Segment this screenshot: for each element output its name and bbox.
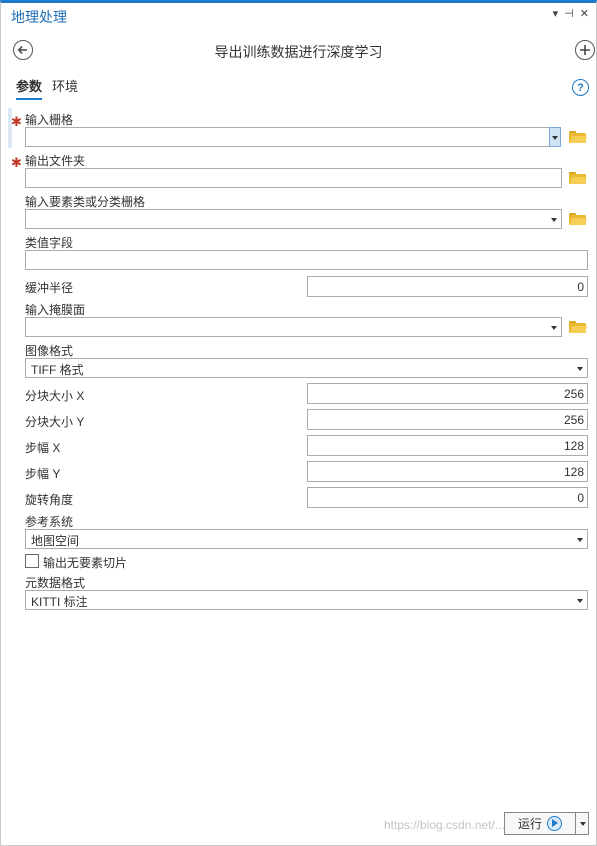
metadata-format-label: 元数据格式 (25, 576, 86, 590)
input-features-dropdown[interactable] (25, 209, 562, 229)
run-play-icon (547, 816, 563, 831)
metadata-format-dropdown[interactable]: KITTI 标注 (25, 590, 588, 610)
close-icon[interactable]: ✕ (580, 7, 589, 20)
reference-system-dropdown[interactable]: 地图空间 (25, 529, 588, 549)
pane-menu-icon[interactable]: ▾ (553, 7, 559, 20)
tab-parameters[interactable]: 参数 (16, 76, 43, 100)
input-mask-label: 输入掩膜面 (25, 303, 86, 317)
browse-folder-icon[interactable] (569, 213, 587, 225)
reference-system-label: 参考系统 (25, 515, 74, 529)
output-no-feature-tiles-label: 输出无要素切片 (43, 556, 128, 570)
stride-y-input[interactable]: 128 (307, 461, 588, 482)
input-mask-dropdown[interactable] (25, 317, 562, 337)
class-value-field-input[interactable] (25, 250, 588, 270)
class-value-field-label: 类值字段 (25, 236, 74, 250)
required-marker: ✱ (11, 155, 22, 170)
stride-x-input[interactable]: 128 (307, 435, 588, 456)
input-raster-field[interactable] (25, 127, 561, 147)
input-features-label: 输入要素类或分类栅格 (25, 195, 146, 209)
run-options-chevron-icon[interactable] (580, 822, 586, 826)
buffer-radius-input[interactable]: 0 (307, 276, 588, 297)
tab-environments[interactable]: 环境 (52, 76, 78, 100)
add-button[interactable] (575, 40, 595, 60)
required-marker: ✱ (11, 114, 22, 129)
input-raster-dropdown-button[interactable] (549, 127, 561, 147)
plus-icon (580, 45, 590, 55)
pane-titlebar: 地理处理 ▾ ⊣ ✕ (0, 4, 597, 26)
output-folder-field[interactable] (25, 168, 562, 188)
run-button[interactable]: 运行 (504, 812, 589, 835)
image-format-label: 图像格式 (25, 344, 74, 358)
output-folder-label: 输出文件夹 (25, 154, 86, 168)
stride-y-label: 步幅 Y (25, 467, 61, 481)
buffer-radius-label: 缓冲半径 (25, 281, 74, 295)
browse-folder-icon[interactable] (569, 321, 587, 333)
browse-folder-icon[interactable] (569, 172, 587, 184)
tab-strip: 参数 环境 (16, 76, 78, 100)
tool-title: 导出训练数据进行深度学习 (214, 44, 383, 60)
tile-size-x-input[interactable]: 256 (307, 383, 588, 404)
tile-size-x-label: 分块大小 X (25, 389, 85, 403)
output-no-feature-tiles-checkbox[interactable] (25, 554, 39, 568)
browse-folder-icon[interactable] (569, 131, 587, 143)
tile-size-y-label: 分块大小 Y (25, 415, 85, 429)
pane-title: 地理处理 (11, 9, 67, 25)
run-button-label: 运行 (518, 817, 543, 831)
tile-size-y-input[interactable]: 256 (307, 409, 588, 430)
watermark-text: https://blog.csdn.net/... (384, 818, 505, 832)
rotation-angle-input[interactable]: 0 (307, 487, 588, 508)
rotation-angle-label: 旋转角度 (25, 493, 74, 507)
pin-icon[interactable]: ⊣ (564, 7, 574, 20)
input-raster-label: 输入栅格 (25, 113, 74, 127)
stride-x-label: 步幅 X (25, 441, 61, 455)
help-icon[interactable]: ? (572, 79, 589, 96)
image-format-dropdown[interactable]: TIFF 格式 (25, 358, 588, 378)
